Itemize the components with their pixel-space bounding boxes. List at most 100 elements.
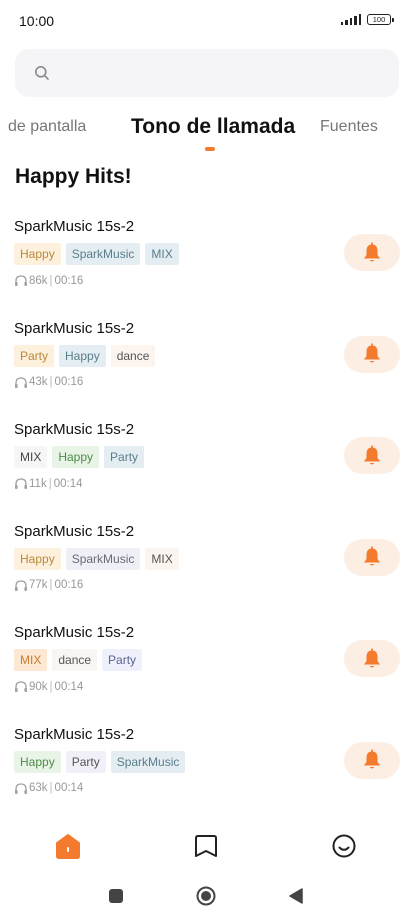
- ringtone-title: SparkMusic 15s-2: [14, 522, 135, 540]
- recents-button[interactable]: [106, 886, 126, 906]
- tag-chip[interactable]: Party: [104, 446, 145, 468]
- bell-icon: [364, 444, 380, 464]
- battery-icon: 100: [367, 14, 394, 25]
- bell-icon: [364, 749, 380, 769]
- ringtone-tags: MIX Happy Party: [14, 446, 145, 468]
- tab-ringtone[interactable]: Tono de llamada: [131, 115, 295, 139]
- tag-chip[interactable]: Happy: [52, 446, 100, 468]
- bell-icon: [364, 343, 380, 363]
- bottom-nav: [0, 822, 413, 870]
- ringtone-title: SparkMusic 15s-2: [14, 218, 135, 235]
- ringtone-tags: Happy SparkMusic MIX: [14, 547, 179, 570]
- bell-icon: [364, 647, 380, 667]
- tab-indicator: [205, 147, 215, 151]
- headphones-icon: [15, 376, 27, 388]
- ringtone-list-item[interactable]: SparkMusic 15s-2 Happy SparkMusic MIX 86k | 00…: [0, 208, 413, 310]
- duration: 00:14: [54, 680, 84, 693]
- section-title: Happy Hits!: [15, 165, 132, 188]
- tag-chip[interactable]: Party: [65, 750, 106, 773]
- headphones-icon: [15, 681, 27, 692]
- meta-divider: |: [48, 477, 52, 490]
- smile-icon: [332, 834, 356, 858]
- ringtone-title: SparkMusic 15s-2: [14, 624, 135, 641]
- ringtone-list-item[interactable]: SparkMusic 15s-2 MIX Happy Party 11k | 00:14: [0, 411, 413, 513]
- ringtone-title: SparkMusic 15s-2: [14, 421, 135, 438]
- play-count: 11k: [29, 477, 47, 490]
- tag-chip[interactable]: Happy: [14, 243, 61, 265]
- back-button[interactable]: [286, 886, 306, 906]
- meta-divider: |: [49, 274, 53, 287]
- tag-chip[interactable]: Happy: [59, 344, 106, 367]
- play-count: 63k: [29, 782, 48, 794]
- set-ringtone-button[interactable]: [344, 741, 400, 779]
- set-ringtone-button[interactable]: [344, 437, 400, 474]
- ringtone-list-item[interactable]: SparkMusic 15s-2 Happy SparkMusic MIX 77k | 00…: [0, 513, 413, 615]
- ringtone-meta: 86k | 00:16: [14, 274, 83, 287]
- meta-divider: |: [49, 579, 53, 591]
- bookmark-icon: [195, 835, 217, 857]
- recents-icon: [109, 889, 123, 903]
- set-ringtone-button[interactable]: [344, 234, 400, 271]
- nav-home-button[interactable]: [52, 830, 84, 862]
- tag-chip[interactable]: Happy: [14, 750, 61, 773]
- ringtone-meta: 43k | 00:16: [14, 376, 83, 389]
- ringtone-meta: 63k | 00:14: [14, 782, 83, 795]
- ringtone-title: SparkMusic 15s-2: [14, 319, 135, 337]
- tab-wallpaper[interactable]: de pantalla: [8, 118, 86, 136]
- headphones-icon: [15, 782, 27, 794]
- meta-divider: |: [49, 782, 53, 794]
- signal-icon: [340, 14, 361, 25]
- tag-chip[interactable]: dance: [110, 344, 156, 367]
- ringtone-tags: Happy SparkMusic MIX: [14, 243, 179, 265]
- search-input[interactable]: [15, 49, 399, 97]
- tag-chip[interactable]: Party: [14, 344, 55, 367]
- ringtone-list-item[interactable]: SparkMusic 15s-2 Happy Party SparkMusic 63k |…: [0, 716, 413, 818]
- tab-fonts[interactable]: Fuentes: [320, 118, 378, 136]
- ringtone-meta: 90k | 00:14: [14, 680, 83, 693]
- tag-chip[interactable]: Party: [102, 649, 143, 671]
- tag-chip[interactable]: MIX: [14, 649, 48, 671]
- duration: 00:14: [53, 477, 83, 490]
- ringtone-tags: Happy Party SparkMusic: [14, 750, 186, 773]
- tag-chip[interactable]: SparkMusic: [65, 243, 141, 265]
- nav-saved-button[interactable]: [190, 830, 222, 862]
- system-nav: [0, 878, 413, 914]
- tag-chip[interactable]: MIX: [14, 446, 48, 468]
- tag-chip[interactable]: MIX: [145, 243, 179, 265]
- back-icon: [289, 888, 303, 904]
- play-count: 77k: [29, 579, 48, 591]
- ringtone-meta: 11k | 00:14: [14, 477, 82, 490]
- system-home-button[interactable]: [196, 886, 216, 906]
- duration: 00:16: [54, 274, 84, 287]
- bell-icon: [364, 241, 380, 261]
- headphones-icon: [15, 478, 27, 489]
- duration: 00:16: [54, 376, 84, 388]
- ringtone-list: SparkMusic 15s-2 Happy SparkMusic MIX 86k | 00…: [0, 208, 413, 817]
- play-count: 86k: [29, 274, 48, 287]
- status-bar: 10:00 100: [0, 0, 413, 40]
- tag-chip[interactable]: SparkMusic: [65, 547, 141, 570]
- tag-chip[interactable]: dance: [52, 649, 98, 671]
- tag-chip[interactable]: Happy: [14, 547, 61, 570]
- meta-divider: |: [49, 680, 53, 693]
- headphones-icon: [15, 275, 27, 286]
- meta-divider: |: [49, 376, 53, 388]
- play-count: 90k: [29, 680, 48, 693]
- status-time: 10:00: [19, 13, 55, 29]
- ringtone-meta: 77k | 00:16: [14, 579, 83, 592]
- duration: 00:14: [54, 782, 84, 794]
- ringtone-tags: MIX dance Party: [14, 649, 143, 671]
- ringtone-list-item[interactable]: SparkMusic 15s-2 Party Happy dance 43k | 00:16: [0, 310, 413, 412]
- set-ringtone-button[interactable]: [344, 640, 400, 677]
- status-icons: 100: [340, 14, 394, 25]
- ringtone-tags: Party Happy dance: [14, 344, 156, 367]
- tag-chip[interactable]: SparkMusic: [110, 750, 186, 773]
- ringtone-list-item[interactable]: SparkMusic 15s-2 MIX dance Party 90k | 00:14: [0, 614, 413, 716]
- set-ringtone-button[interactable]: [344, 335, 400, 373]
- play-count: 43k: [29, 376, 48, 388]
- search-icon: [35, 66, 49, 80]
- tag-chip[interactable]: MIX: [145, 547, 179, 570]
- nav-profile-button[interactable]: [328, 830, 360, 862]
- duration: 00:16: [54, 579, 84, 591]
- set-ringtone-button[interactable]: [344, 538, 400, 576]
